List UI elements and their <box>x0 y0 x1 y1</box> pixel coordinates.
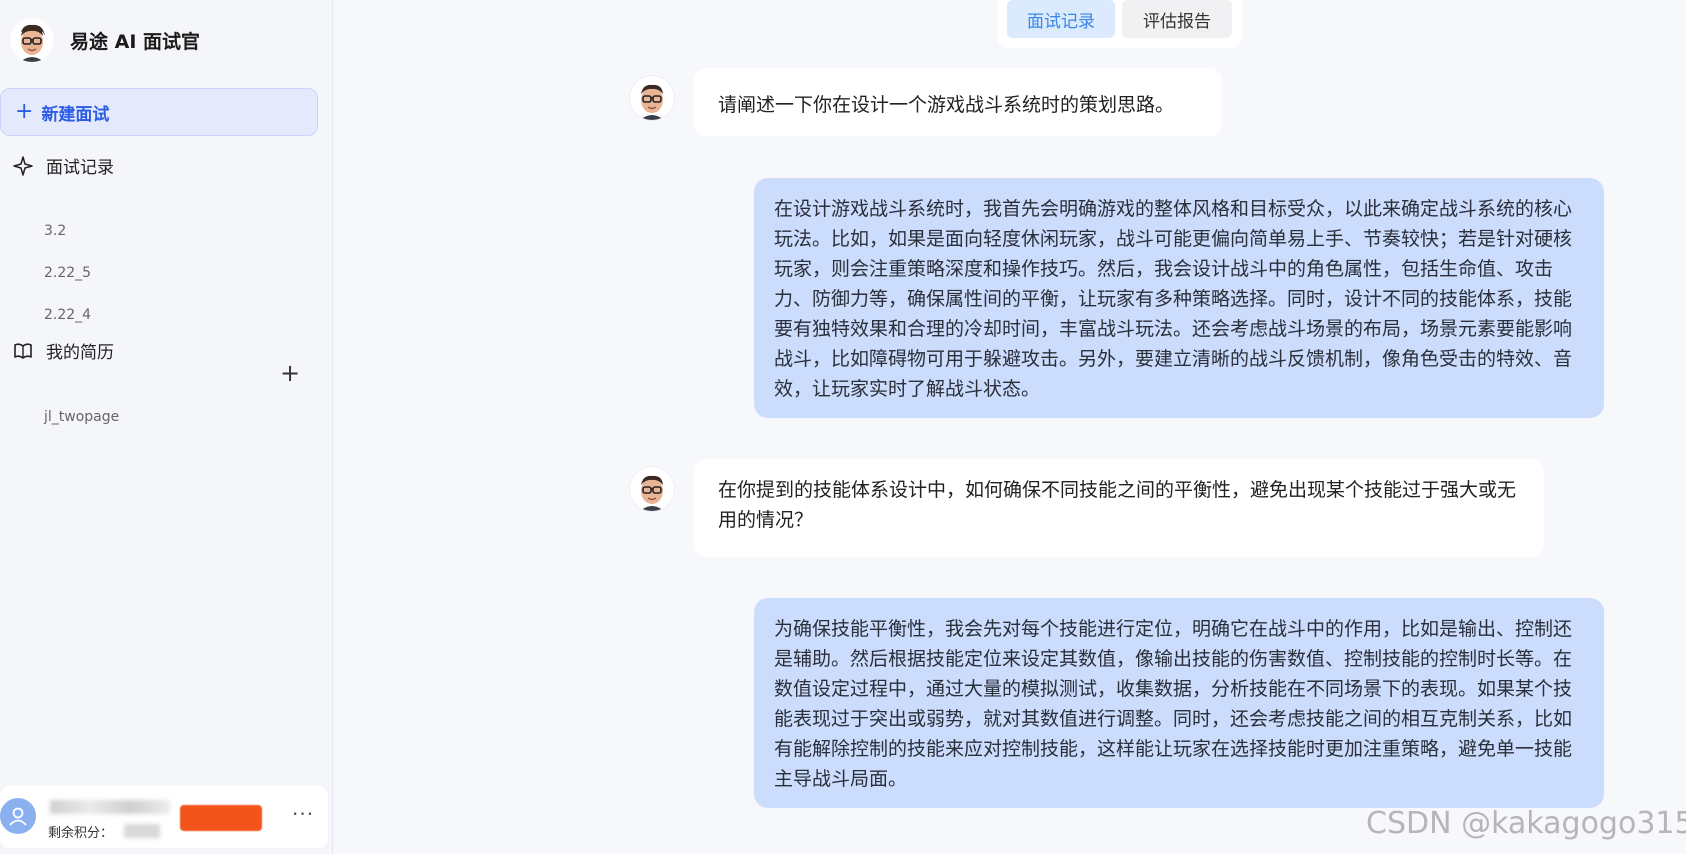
user-name-redacted <box>50 800 170 814</box>
record-item[interactable]: 2.22_4 <box>44 307 91 323</box>
sparkle-icon <box>12 155 34 177</box>
interviewer-avatar-icon <box>630 467 674 511</box>
interviewer-question: 在你提到的技能体系设计中，如何确保不同技能之间的平衡性，避免出现某个技能过于强大… <box>694 459 1544 557</box>
tab-interview-records[interactable]: 面试记录 <box>1007 0 1115 38</box>
interviewer-avatar-icon <box>630 76 674 120</box>
interviewer-avatar-icon <box>10 18 54 62</box>
new-interview-button[interactable]: + 新建面试 <box>0 88 318 136</box>
candidate-answer: 在设计游戏战斗系统时，我首先会明确游戏的整体风格和目标受众，以此来确定战斗系统的… <box>754 178 1604 418</box>
brand-title: 易途 AI 面试官 <box>70 30 201 53</box>
points-value-redacted <box>124 824 160 838</box>
tab-assessment-report[interactable]: 评估报告 <box>1122 0 1232 38</box>
interviewer-question: 请阐述一下你在设计一个游戏战斗系统时的策划思路。 <box>694 68 1222 136</box>
points-label: 剩余积分： <box>48 826 114 841</box>
record-item[interactable]: 3.2 <box>44 223 66 239</box>
resume-item[interactable]: jl_twopage <box>44 409 119 425</box>
resume-label: 我的简历 <box>46 343 114 363</box>
upgrade-button-redacted[interactable] <box>180 805 262 831</box>
view-tabs: 面试记录 评估报告 <box>997 0 1242 48</box>
sidebar: 易途 AI 面试官 + 新建面试 面试记录 3.2 2.22_5 2.22_4 … <box>0 0 333 854</box>
more-options-icon[interactable]: ··· <box>292 802 314 826</box>
candidate-answer: 为确保技能平衡性，我会先对每个技能进行定位，明确它在战斗中的作用，比如是输出、控… <box>754 598 1604 808</box>
add-resume-icon[interactable]: + <box>280 361 300 385</box>
sidebar-section-interview-records[interactable]: 面试记录 <box>12 153 114 178</box>
watermark: CSDN @kakagogo315 <box>1366 806 1686 841</box>
record-item[interactable]: 2.22_5 <box>44 265 91 281</box>
plus-icon: + <box>15 99 34 124</box>
user-avatar-icon[interactable] <box>0 798 36 834</box>
interview-records-label: 面试记录 <box>46 158 114 178</box>
brand: 易途 AI 面试官 <box>10 18 200 62</box>
sidebar-section-resume[interactable]: 我的简历 <box>12 338 114 363</box>
book-icon <box>12 340 34 362</box>
new-interview-label: 新建面试 <box>41 104 110 125</box>
user-panel: 剩余积分： ··· <box>0 786 328 848</box>
